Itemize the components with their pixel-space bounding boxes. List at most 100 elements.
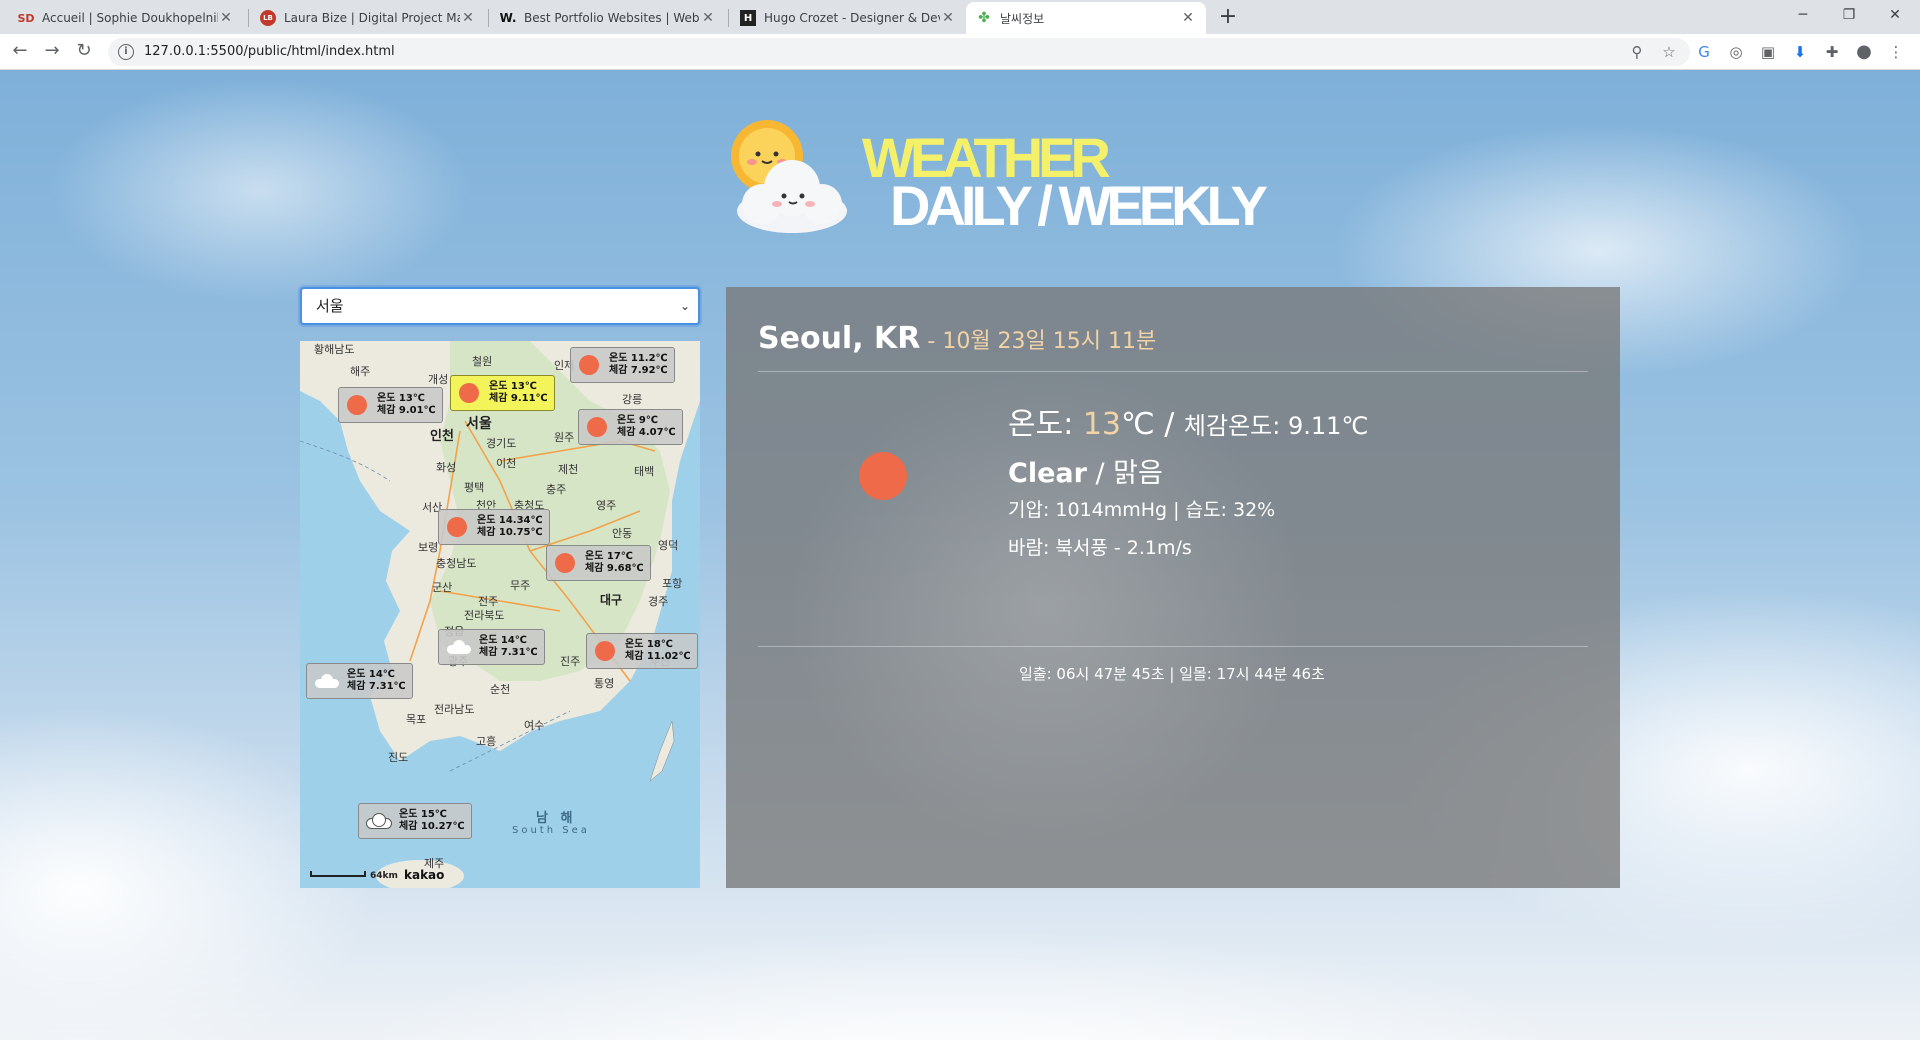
- browser-tab-active[interactable]: ✤ 날씨정보 ✕: [966, 2, 1206, 34]
- reload-icon[interactable]: ↻: [72, 40, 96, 64]
- map-place-label: 화성: [436, 461, 457, 474]
- translate-extension-icon[interactable]: G: [1694, 42, 1714, 62]
- tab-favicon-icon: SD: [17, 11, 35, 25]
- clear-sun-icon: [859, 452, 907, 500]
- map-place-label: 충주: [546, 483, 567, 496]
- marker-feel: 체감 7.92℃: [609, 365, 668, 376]
- tab-favicon-icon: LB: [260, 10, 276, 26]
- marker-feel: 체감 4.07℃: [617, 427, 676, 438]
- map-place-label: 군산: [432, 581, 453, 594]
- marker-feel: 체감 10.27℃: [399, 821, 465, 832]
- puzzle-extensions-icon[interactable]: ✚: [1822, 42, 1842, 62]
- map-weather-marker[interactable]: 온도 13℃ 체감 9.01℃: [338, 387, 443, 423]
- sun-icon: [595, 641, 615, 661]
- tab-separator: [728, 9, 729, 27]
- marker-feel: 체감 7.31℃: [347, 681, 406, 692]
- tab-title: Accueil | Sophie Doukhopelnikoff: [42, 11, 218, 25]
- cloud-icon: [367, 814, 391, 828]
- map-place-label: 전라남도: [434, 703, 475, 716]
- map-place-label: 원주: [554, 431, 575, 444]
- sun-icon: [447, 517, 467, 537]
- temp-value: 13: [1082, 407, 1122, 442]
- browser-tab[interactable]: W. Best Portfolio Websites | Web Design …: [490, 2, 726, 34]
- address-bar[interactable]: i 127.0.0.1:5500/public/html/index.html …: [108, 38, 1690, 66]
- sun-icon: [347, 395, 367, 415]
- forward-arrow-icon[interactable]: →: [40, 40, 64, 64]
- tab-separator: [248, 9, 249, 27]
- tab-separator: [488, 9, 489, 27]
- sun-icon: [587, 417, 607, 437]
- map-place-label: 목포: [406, 713, 427, 726]
- map-place-label: 안동: [612, 527, 633, 540]
- logo-title-daily-weekly: DAILY / WEEKLY: [890, 174, 1268, 237]
- map-place-label: 충청남도: [436, 557, 477, 570]
- map-weather-marker[interactable]: 온도 17℃ 체감 9.68℃: [546, 545, 651, 581]
- minimize-button[interactable]: ─: [1780, 0, 1826, 30]
- map-weather-marker[interactable]: 온도 14℃ 체감 7.31℃: [306, 663, 413, 699]
- download-extension-icon[interactable]: ⬇: [1790, 42, 1810, 62]
- marker-feel: 체감 9.01℃: [377, 405, 436, 416]
- globe-extension-icon[interactable]: ◎: [1726, 42, 1746, 62]
- map-place-label: 영덕: [658, 539, 679, 552]
- marker-temp: 온도 9℃: [617, 415, 658, 426]
- map-place-label: 황해남도: [314, 343, 355, 356]
- restore-button[interactable]: ❐: [1826, 0, 1872, 30]
- map-weather-marker-selected[interactable]: 온도 13℃ 체감 9.11℃: [450, 375, 555, 411]
- map-weather-marker[interactable]: 온도 9℃ 체감 4.07℃: [578, 409, 683, 445]
- tab-title: 날씨정보: [1000, 11, 1045, 26]
- map-weather-marker[interactable]: 온도 11.2℃ 체감 7.92℃: [570, 347, 675, 383]
- tab-favicon-icon: W.: [499, 11, 517, 25]
- korea-map[interactable]: 황해남도 해주 개성 철원 인제 강릉 서울 인천 원주 경기도 화성 이천 제…: [300, 341, 700, 888]
- tab-close-icon[interactable]: ✕: [218, 10, 234, 26]
- menu-kebab-icon[interactable]: ⋮: [1886, 42, 1906, 62]
- weather-city: Seoul, KR: [758, 321, 921, 356]
- marker-temp: 온도 14.34℃: [477, 515, 543, 526]
- kakao-logo: kakao: [404, 868, 445, 882]
- tab-close-icon[interactable]: ✕: [1180, 10, 1196, 26]
- city-select[interactable]: 서울 ⌄: [300, 287, 700, 325]
- map-place-label: 무주: [510, 579, 531, 592]
- url-text[interactable]: 127.0.0.1:5500/public/html/index.html: [144, 44, 395, 59]
- location-pin-icon[interactable]: ⚲: [1628, 43, 1646, 61]
- map-place-label: 이천: [496, 457, 517, 470]
- marker-temp: 온도 13℃: [377, 393, 425, 404]
- map-place-label: 해주: [350, 365, 371, 378]
- map-place-label: 고흥: [476, 735, 497, 748]
- map-weather-marker[interactable]: 온도 14.34℃ 체감 10.75℃: [438, 509, 550, 545]
- chevron-down-icon: ⌄: [679, 299, 690, 313]
- new-tab-button[interactable]: +: [1214, 4, 1242, 32]
- marker-feel: 체감 9.68℃: [585, 563, 644, 574]
- bookmark-star-icon[interactable]: ☆: [1660, 43, 1678, 61]
- browser-tab[interactable]: SD Accueil | Sophie Doukhopelnikoff ✕: [8, 2, 244, 34]
- browser-tab[interactable]: H Hugo Crozet - Designer & Developer ✕: [730, 2, 966, 34]
- tab-close-icon[interactable]: ✕: [940, 10, 956, 26]
- temp-label: 온도:: [1008, 407, 1083, 442]
- map-weather-marker[interactable]: 온도 15℃ 체감 10.27℃: [358, 803, 472, 839]
- profile-avatar-icon[interactable]: ●: [1854, 42, 1874, 62]
- sun-icon: [555, 553, 575, 573]
- divider: [758, 371, 1588, 372]
- back-arrow-icon[interactable]: ←: [8, 40, 32, 64]
- tab-title: Best Portfolio Websites | Web Design: [524, 11, 700, 25]
- marker-temp: 온도 15℃: [399, 809, 447, 820]
- marker-feel: 체감 7.31℃: [479, 647, 538, 658]
- map-place-label: 태백: [634, 465, 655, 478]
- tab-close-icon[interactable]: ✕: [460, 10, 476, 26]
- site-info-icon[interactable]: i: [118, 44, 134, 60]
- marker-feel: 체감 10.75℃: [477, 527, 543, 538]
- condition-en: Clear: [1008, 458, 1087, 489]
- temp-unit: ℃ /: [1121, 407, 1184, 442]
- map-place-label: 경기도: [486, 437, 517, 450]
- tab-close-icon[interactable]: ✕: [700, 10, 716, 26]
- map-weather-marker[interactable]: 온도 18℃ 체감 11.02℃: [586, 633, 698, 669]
- map-weather-marker[interactable]: 온도 14℃ 체감 7.31℃: [438, 629, 545, 665]
- tab-title: Laura Bize | Digital Project Manager: [284, 11, 460, 25]
- tab-title: Hugo Crozet - Designer & Developer: [764, 11, 940, 25]
- close-window-button[interactable]: ✕: [1872, 0, 1918, 30]
- image-extension-icon[interactable]: ▣: [1758, 42, 1778, 62]
- map-place-label: 인천: [430, 429, 454, 444]
- map-place-label: 포항: [662, 577, 683, 590]
- browser-tab[interactable]: LB Laura Bize | Digital Project Manager …: [250, 2, 486, 34]
- map-place-label: 강릉: [622, 393, 643, 406]
- map-place-label: 경주: [648, 595, 669, 608]
